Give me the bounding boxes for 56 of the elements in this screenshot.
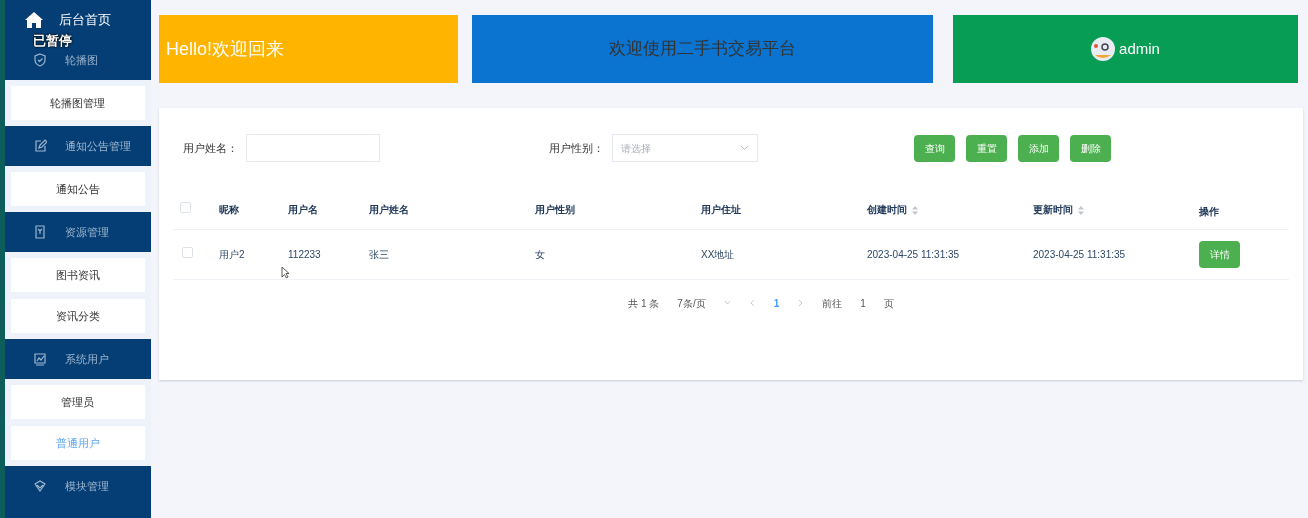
- column-header[interactable]: 创建时间: [867, 204, 907, 216]
- shield-icon: [32, 53, 47, 67]
- table-cell: 112233: [288, 248, 321, 260]
- edit-icon: [32, 139, 47, 153]
- paused-label: 已暂停: [32, 32, 72, 50]
- page-size-select[interactable]: 7条/页: [668, 295, 715, 311]
- action-button[interactable]: 重置: [966, 134, 1007, 162]
- column-header[interactable]: 更新时间: [1033, 204, 1073, 216]
- column-header: 昵称: [219, 204, 239, 216]
- column-header: 用户性别: [535, 204, 575, 216]
- page-suffix: 页: [882, 296, 895, 311]
- avatar: [1091, 37, 1116, 61]
- action-button[interactable]: 删除: [1070, 134, 1111, 162]
- menu-item[interactable]: 资讯分类: [10, 299, 145, 333]
- action-button[interactable]: 添加: [1018, 134, 1059, 162]
- field-label: 用户姓名：: [183, 140, 238, 156]
- table-cell: 张三: [369, 248, 389, 260]
- username: admin: [1119, 38, 1160, 59]
- checkbox[interactable]: [182, 246, 193, 258]
- column-header: 用户名: [288, 204, 318, 216]
- total-count: 共 1 条: [627, 296, 661, 311]
- sort-icon[interactable]: [912, 204, 918, 216]
- table-cell: XX地址: [701, 248, 735, 260]
- menu-group[interactable]: 资源管理: [64, 223, 109, 241]
- home-link[interactable]: 后台首页: [58, 10, 111, 30]
- cursor-icon: [281, 266, 290, 279]
- sort-icon[interactable]: [1078, 204, 1084, 216]
- welcome-banner: 欢迎使用二手书交易平台: [472, 15, 933, 83]
- column-header: 操作: [1199, 205, 1219, 217]
- table-cell: 女: [535, 248, 545, 260]
- column-header: 用户姓名: [369, 204, 409, 216]
- table-cell: 2023-04-25 11:31:35: [867, 248, 960, 260]
- chart-icon: [32, 352, 47, 366]
- action-button[interactable]: 查询: [914, 134, 955, 162]
- goto-label: 前往: [821, 296, 844, 311]
- chevron-down-icon: [740, 145, 749, 151]
- diamond-icon: [32, 479, 47, 493]
- menu-group[interactable]: 轮播图: [64, 51, 98, 69]
- column-header: 用户住址: [701, 204, 741, 216]
- field-label: 用户性别：: [549, 140, 604, 156]
- home-icon[interactable]: [24, 12, 43, 28]
- menu-item[interactable]: 轮播图管理: [10, 86, 145, 120]
- input-field[interactable]: [246, 134, 380, 162]
- menu-item[interactable]: 管理员: [10, 385, 145, 419]
- menu-group[interactable]: 系统用户: [64, 350, 109, 368]
- greeting-banner: Hello!欢迎回来: [159, 15, 458, 83]
- menu-item[interactable]: 通知公告: [10, 172, 145, 206]
- detail-button[interactable]: 详情: [1199, 240, 1240, 268]
- table-cell: 用户2: [219, 248, 245, 260]
- bookmark-icon: [32, 225, 47, 239]
- menu-group[interactable]: 模块管理: [64, 477, 109, 495]
- page-number[interactable]: 1: [764, 295, 789, 311]
- menu-item[interactable]: 图书资讯: [10, 258, 145, 292]
- table-cell: 2023-04-25 11:31:35: [1033, 248, 1126, 260]
- checkbox[interactable]: [180, 202, 191, 214]
- page-input[interactable]: 1: [851, 295, 875, 311]
